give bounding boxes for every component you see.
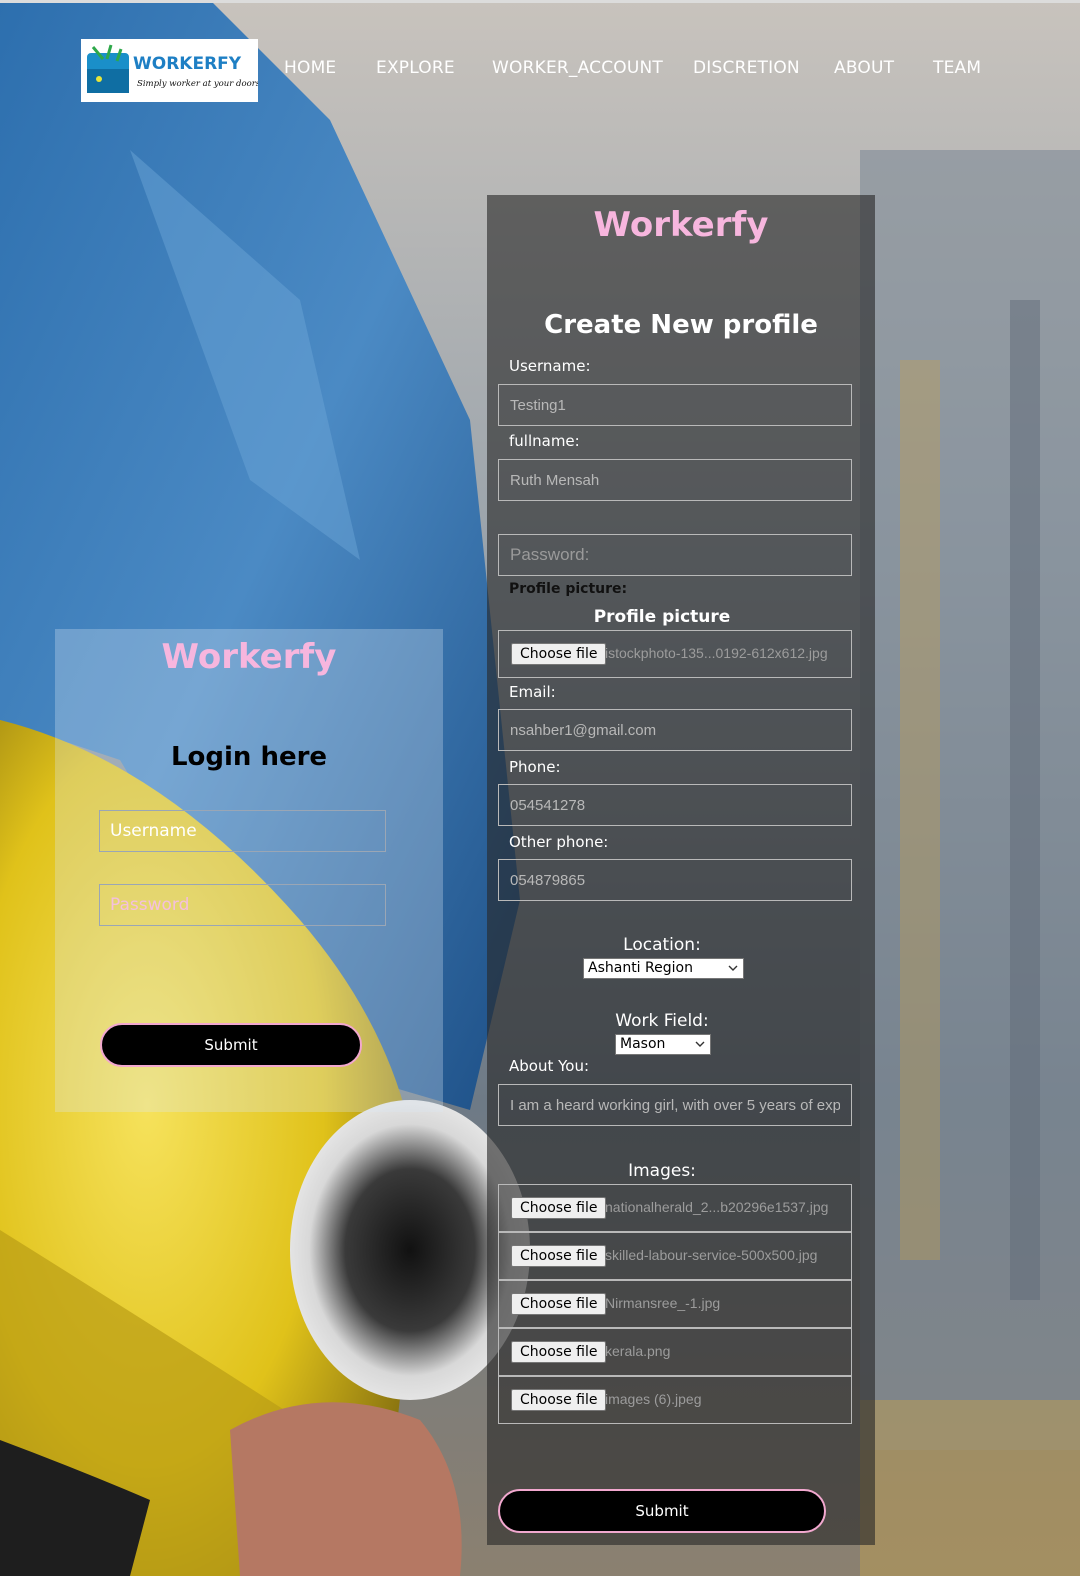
image-1-filename: nationalherald_2...b20296e1537.jpg bbox=[605, 1199, 829, 1215]
phone-label: Phone: bbox=[509, 758, 561, 776]
image-field-3: Choose file Nirmansree_-1.jpg bbox=[498, 1280, 852, 1328]
register-brand: Workerfy bbox=[593, 205, 769, 245]
other-phone-input[interactable] bbox=[498, 859, 852, 901]
email-input[interactable] bbox=[498, 709, 852, 751]
chevron-down-icon bbox=[728, 965, 738, 971]
login-panel: Workerfy Login here Submit bbox=[55, 629, 443, 1112]
image-4-choose-button[interactable]: Choose file bbox=[511, 1341, 607, 1363]
username-input[interactable] bbox=[498, 384, 852, 426]
top-border bbox=[0, 0, 1080, 3]
location-label: Location: bbox=[623, 935, 701, 955]
main-nav: HOME EXPLORE WORKER_ACCOUNT DISCRETION A… bbox=[0, 58, 1080, 82]
image-field-2: Choose file skilled-labour-service-500x5… bbox=[498, 1232, 852, 1280]
nav-about[interactable]: ABOUT bbox=[834, 58, 894, 78]
image-1-choose-button[interactable]: Choose file bbox=[511, 1197, 607, 1219]
image-3-choose-button[interactable]: Choose file bbox=[511, 1293, 607, 1315]
profile-picture-heading: Profile picture bbox=[593, 607, 731, 627]
images-label: Images: bbox=[628, 1161, 696, 1181]
profile-picture-field: Choose file istockphoto-135...0192-612x6… bbox=[498, 630, 852, 678]
about-label: About You: bbox=[509, 1057, 590, 1075]
nav-explore[interactable]: EXPLORE bbox=[376, 58, 455, 78]
other-phone-label: Other phone: bbox=[509, 833, 609, 851]
fullname-input[interactable] bbox=[498, 459, 852, 501]
profile-picture-label: Profile picture: bbox=[509, 581, 628, 597]
nav-home[interactable]: HOME bbox=[284, 58, 336, 78]
location-select[interactable]: Ashanti Region bbox=[583, 958, 744, 979]
login-title: Login here bbox=[170, 742, 328, 772]
image-2-filename: skilled-labour-service-500x500.jpg bbox=[605, 1247, 818, 1263]
register-panel: Workerfy Create New profile Username: fu… bbox=[487, 195, 875, 1545]
image-5-filename: images (6).jpeg bbox=[605, 1391, 702, 1407]
login-brand: Workerfy bbox=[161, 637, 337, 677]
location-select-value: Ashanti Region bbox=[588, 960, 693, 976]
nav-worker-account[interactable]: WORKER_ACCOUNT bbox=[492, 58, 663, 78]
work-field-select[interactable]: Mason bbox=[615, 1034, 711, 1055]
image-field-1: Choose file nationalherald_2...b20296e15… bbox=[498, 1184, 852, 1232]
image-5-choose-button[interactable]: Choose file bbox=[511, 1389, 607, 1411]
image-4-filename: kerala.png bbox=[605, 1343, 671, 1359]
about-input[interactable] bbox=[498, 1084, 852, 1126]
profile-picture-filename: istockphoto-135...0192-612x612.jpg bbox=[605, 645, 828, 661]
username-label: Username: bbox=[509, 357, 591, 375]
login-username-input[interactable] bbox=[99, 810, 386, 852]
nav-team[interactable]: TEAM bbox=[933, 58, 981, 78]
fullname-label: fullname: bbox=[509, 432, 580, 450]
image-3-filename: Nirmansree_-1.jpg bbox=[605, 1295, 721, 1311]
image-field-4: Choose file kerala.png bbox=[498, 1328, 852, 1376]
work-field-label: Work Field: bbox=[615, 1011, 709, 1031]
register-title: Create New profile bbox=[544, 310, 818, 340]
image-field-5: Choose file images (6).jpeg bbox=[498, 1376, 852, 1424]
profile-picture-choose-button[interactable]: Choose file bbox=[511, 643, 607, 665]
password-input[interactable] bbox=[498, 534, 852, 576]
email-label: Email: bbox=[509, 683, 556, 701]
login-submit-button[interactable]: Submit bbox=[100, 1023, 362, 1067]
login-password-input[interactable] bbox=[99, 884, 386, 926]
work-field-select-value: Mason bbox=[620, 1036, 666, 1052]
nav-discretion[interactable]: DISCRETION bbox=[693, 58, 800, 78]
chevron-down-icon bbox=[695, 1041, 705, 1047]
register-submit-button[interactable]: Submit bbox=[498, 1489, 826, 1533]
image-2-choose-button[interactable]: Choose file bbox=[511, 1245, 607, 1267]
phone-input[interactable] bbox=[498, 784, 852, 826]
